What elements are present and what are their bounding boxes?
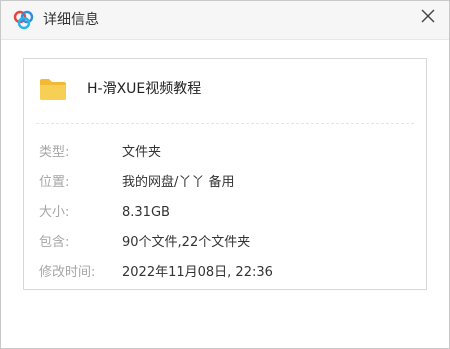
size-label: 大小: bbox=[39, 205, 70, 220]
baidu-netdisk-cloud-icon bbox=[13, 10, 34, 30]
details-dialog: 详细信息 H-滑XUE视频教程 类型: 文件夹 位置: 我的网盘/丫丫 备用 大… bbox=[0, 0, 450, 349]
folder-icon bbox=[40, 79, 66, 100]
file-name: H-滑XUE视频教程 bbox=[87, 81, 202, 97]
type-label: 类型: bbox=[39, 145, 70, 160]
contents-label: 包含: bbox=[39, 235, 70, 250]
type-value: 文件夹 bbox=[122, 145, 162, 160]
location-value: 我的网盘/丫丫 备用 bbox=[122, 175, 235, 190]
dialog-title: 详细信息 bbox=[43, 12, 99, 28]
detail-row-location: 位置: 我的网盘/丫丫 备用 bbox=[24, 173, 426, 193]
detail-row-size: 大小: 8.31GB bbox=[24, 203, 426, 223]
detail-row-type: 类型: 文件夹 bbox=[24, 143, 426, 163]
close-icon[interactable] bbox=[417, 5, 439, 27]
location-label: 位置: bbox=[39, 175, 70, 190]
file-info-panel: H-滑XUE视频教程 类型: 文件夹 位置: 我的网盘/丫丫 备用 大小: 8.… bbox=[23, 58, 427, 290]
divider bbox=[36, 123, 414, 124]
detail-row-modified: 修改时间: 2022年11月08日, 22:36 bbox=[24, 263, 426, 283]
modified-label: 修改时间: bbox=[39, 265, 96, 280]
size-value: 8.31GB bbox=[122, 205, 170, 220]
title-bar[interactable]: 详细信息 bbox=[1, 1, 449, 40]
contents-value: 90个文件,22个文件夹 bbox=[122, 235, 251, 250]
detail-row-contents: 包含: 90个文件,22个文件夹 bbox=[24, 233, 426, 253]
modified-value: 2022年11月08日, 22:36 bbox=[122, 265, 273, 280]
